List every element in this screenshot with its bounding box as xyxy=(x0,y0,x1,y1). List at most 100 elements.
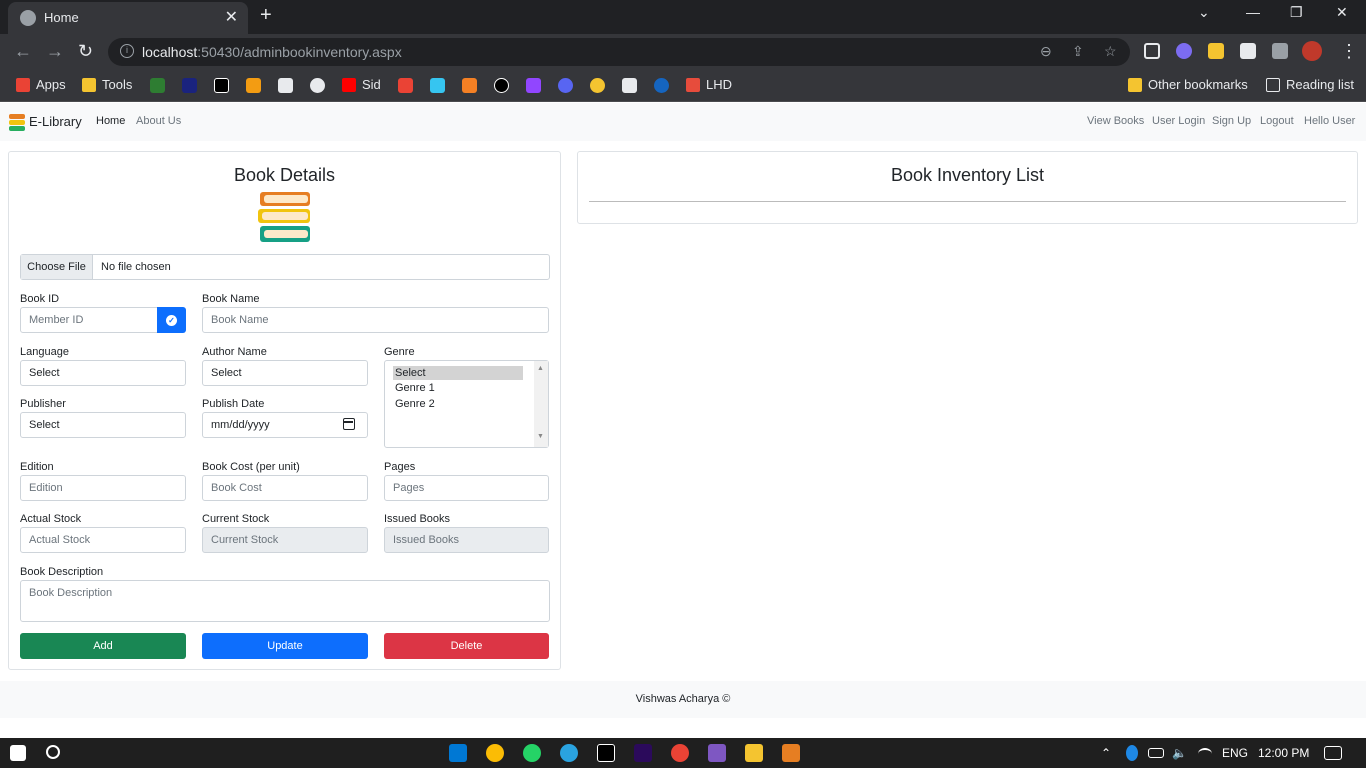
twitch-icon[interactable] xyxy=(526,78,541,93)
file-explorer-icon[interactable] xyxy=(745,744,763,762)
extension-gear-icon[interactable] xyxy=(1176,43,1192,59)
check-book-id-button[interactable]: ✓ xyxy=(157,307,186,333)
menu-icon[interactable]: ⋮ xyxy=(1340,41,1358,62)
publisher-select[interactable]: Select xyxy=(20,412,186,438)
update-button[interactable]: Update xyxy=(202,633,368,659)
bookmark-blue-icon[interactable] xyxy=(182,78,197,93)
whatsapp-icon[interactable] xyxy=(523,744,541,762)
nav-about-us[interactable]: About Us xyxy=(136,115,181,127)
premiere-icon[interactable] xyxy=(634,744,652,762)
nav-hello-user[interactable]: Hello User xyxy=(1304,115,1355,127)
language-label: Language xyxy=(20,346,69,358)
book-description-textarea[interactable]: Book Description xyxy=(20,580,550,622)
books-logo-icon[interactable] xyxy=(9,114,25,131)
wifi-icon[interactable] xyxy=(1198,748,1212,760)
back-icon[interactable]: ← xyxy=(14,41,32,62)
bookmark-label: Tools xyxy=(102,77,133,92)
visual-studio-icon[interactable] xyxy=(708,744,726,762)
bookmark-hackerrank-icon[interactable] xyxy=(214,78,229,93)
bookmark-codechef-icon[interactable] xyxy=(246,78,261,93)
profile-avatar-icon[interactable] xyxy=(1302,41,1322,61)
bookmark-star-icon[interactable]: ☆ xyxy=(1104,43,1117,60)
genre-scrollbar[interactable]: ▲ ▼ xyxy=(534,361,548,447)
vscode-icon[interactable] xyxy=(449,744,467,762)
genre-listbox[interactable]: Select Genre 1 Genre 2 ▲ ▼ xyxy=(384,360,549,448)
minimize-icon[interactable]: — xyxy=(1246,4,1260,20)
forward-icon[interactable]: → xyxy=(46,41,64,62)
bookmark-ghost-icon[interactable] xyxy=(622,78,637,93)
add-button[interactable]: Add xyxy=(20,633,186,659)
pages-input[interactable]: Pages xyxy=(384,475,549,501)
other-bookmarks[interactable]: Other bookmarks xyxy=(1128,77,1248,92)
delete-button[interactable]: Delete xyxy=(384,633,549,659)
bookmark-lhd[interactable]: LHD xyxy=(686,77,732,92)
git-icon[interactable] xyxy=(782,744,800,762)
extension-sidebar-icon[interactable] xyxy=(1144,43,1160,59)
calendar-icon[interactable] xyxy=(343,418,355,430)
folder-icon xyxy=(1128,77,1142,92)
battery-icon[interactable] xyxy=(1148,748,1164,758)
language-indicator[interactable]: ENG xyxy=(1222,746,1248,760)
bookmark-apps[interactable]: Apps xyxy=(16,77,66,92)
github-icon[interactable] xyxy=(310,78,325,93)
nav-home[interactable]: Home xyxy=(96,115,125,127)
bookmark-vercel-icon[interactable] xyxy=(278,78,293,93)
book-cost-input[interactable]: Book Cost xyxy=(202,475,368,501)
restore-icon[interactable]: ❐ xyxy=(1290,4,1303,21)
extension-python-icon[interactable] xyxy=(1208,43,1224,59)
scroll-down-icon[interactable]: ▼ xyxy=(537,433,544,440)
windows-start-icon[interactable] xyxy=(10,745,26,761)
actual-stock-input[interactable]: Actual Stock xyxy=(20,527,186,553)
scroll-up-icon[interactable]: ▲ xyxy=(537,365,544,372)
edition-input[interactable]: Edition xyxy=(20,475,186,501)
book-name-input[interactable]: Book Name xyxy=(202,307,549,333)
bookmark-sid[interactable]: Sid xyxy=(342,77,381,92)
share-icon[interactable]: ⇪ xyxy=(1072,43,1084,60)
chrome-icon[interactable] xyxy=(486,744,504,762)
tab-close-icon[interactable]: ✕ xyxy=(225,7,238,27)
image-file-input[interactable]: Choose File No file chosen xyxy=(20,254,550,280)
nav-user-login[interactable]: User Login xyxy=(1152,115,1205,127)
volume-icon[interactable]: 🔈 xyxy=(1172,746,1187,760)
bookmark-tools[interactable]: Tools xyxy=(82,77,132,92)
stackoverflow-icon[interactable] xyxy=(462,78,477,93)
reload-icon[interactable]: ↻ xyxy=(78,41,93,62)
genre-option[interactable]: Select xyxy=(393,366,523,380)
url-text[interactable]: localhost:50430/adminbookinventory.aspx xyxy=(142,44,402,60)
bookmark-bird-icon[interactable] xyxy=(654,78,669,93)
nav-logout[interactable]: Logout xyxy=(1260,115,1294,127)
address-bar[interactable]: i localhost:50430/adminbookinventory.asp… xyxy=(108,38,1130,66)
language-select[interactable]: Select xyxy=(20,360,186,386)
genre-option[interactable]: Genre 1 xyxy=(393,381,523,395)
bluetooth-icon[interactable] xyxy=(1126,745,1138,761)
zoom-icon[interactable]: ⊖ xyxy=(1040,43,1052,60)
discord-icon[interactable] xyxy=(558,78,573,93)
notifications-icon[interactable] xyxy=(1324,746,1342,760)
telegram-icon[interactable] xyxy=(560,744,578,762)
browser-tab[interactable]: Home ✕ xyxy=(8,2,248,34)
tray-chevron-icon[interactable]: ⌃ xyxy=(1101,746,1111,760)
gmail-icon[interactable] xyxy=(398,78,413,93)
bookmark-circle-icon[interactable] xyxy=(494,78,509,93)
author-name-select[interactable]: Select xyxy=(202,360,368,386)
search-icon[interactable] xyxy=(46,745,60,759)
clock[interactable]: 12:00 PM xyxy=(1258,746,1309,760)
media-control-icon[interactable] xyxy=(1272,43,1288,59)
choose-file-button[interactable]: Choose File xyxy=(21,255,93,279)
site-info-icon[interactable]: i xyxy=(120,44,134,58)
tab-search-chevron-icon[interactable]: ⌄ xyxy=(1198,4,1210,21)
nav-view-books[interactable]: View Books xyxy=(1087,115,1144,127)
bookmark-yellow-icon[interactable] xyxy=(590,78,605,93)
nav-sign-up[interactable]: Sign Up xyxy=(1212,115,1251,127)
reading-list[interactable]: Reading list xyxy=(1266,77,1354,92)
book-id-input[interactable]: Member ID xyxy=(20,307,158,333)
slack-icon[interactable] xyxy=(430,78,445,93)
new-tab-icon[interactable]: + xyxy=(260,4,272,27)
window-close-icon[interactable]: ✕ xyxy=(1336,4,1348,21)
brand-name[interactable]: E-Library xyxy=(29,114,82,129)
chrome-alt-icon[interactable] xyxy=(671,744,689,762)
bookmark-geeks-icon[interactable] xyxy=(150,78,165,93)
genre-option[interactable]: Genre 2 xyxy=(393,397,523,411)
intellij-icon[interactable] xyxy=(597,744,615,762)
extensions-puzzle-icon[interactable] xyxy=(1240,43,1256,59)
